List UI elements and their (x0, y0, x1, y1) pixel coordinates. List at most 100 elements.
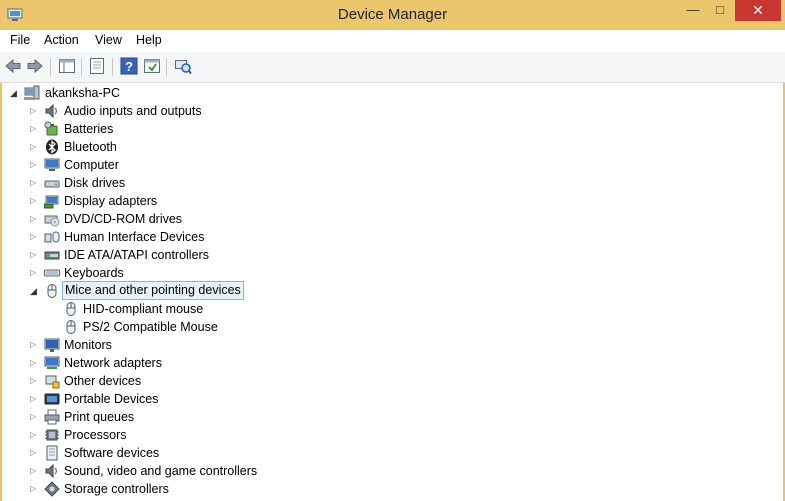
mouse-icon (66, 302, 76, 316)
expand-arrow-icon[interactable]: ▷ (30, 120, 39, 138)
tree-category-label: IDE ATA/ATAPI controllers (64, 248, 209, 262)
tree-device-item[interactable]: HID-compliant mouse (2, 300, 772, 318)
tree-category-label: Sound, video and game controllers (64, 464, 258, 478)
expand-arrow-icon[interactable]: ▷ (30, 462, 39, 480)
storage-controller-icon (44, 481, 60, 497)
menu-action[interactable]: Action (44, 33, 79, 47)
tree-category-label: Audio inputs and outputs (64, 104, 202, 118)
collapse-arrow-icon[interactable]: ◢ (10, 84, 19, 102)
expand-arrow-icon[interactable]: ▷ (30, 210, 39, 228)
tree-category-item[interactable]: ▷ DVD/CD-ROM drives (2, 210, 772, 228)
properties-icon[interactable] (88, 57, 106, 75)
tree-category-label: Software devices (64, 446, 160, 460)
tree-category-item[interactable]: ▷ Storage controllers (2, 480, 772, 498)
disk-drive-icon (44, 180, 60, 188)
tree-category-label: Keyboards (64, 266, 124, 280)
tree-category-item[interactable]: ▷ Human Interface Devices (2, 228, 772, 246)
maximize-button[interactable]: □ (707, 0, 733, 21)
other-devices-icon (45, 375, 60, 389)
expand-arrow-icon[interactable]: ▷ (30, 444, 39, 462)
device-tree: ◢ akanksha-PC ▷ Audio inputs and outputs ▷ Ba… (2, 83, 783, 501)
tree-category-item[interactable]: ▷ Bluetooth (2, 138, 772, 156)
hid-icon (44, 231, 60, 243)
expand-arrow-icon[interactable]: ▷ (30, 138, 39, 156)
expand-arrow-icon[interactable]: ▷ (30, 228, 39, 246)
menu-view[interactable]: View (95, 33, 122, 47)
mouse-icon (66, 320, 76, 334)
battery-icon (44, 121, 58, 136)
tree-category-item[interactable]: ▷ Portable Devices (2, 390, 772, 408)
toolbar-separator (112, 58, 113, 76)
tree-category-label: Processors (64, 428, 127, 442)
expand-arrow-icon[interactable]: ▷ (30, 408, 39, 426)
close-button[interactable]: ✕ (735, 0, 781, 21)
expand-arrow-icon[interactable]: ▷ (30, 264, 39, 282)
tree-category-item[interactable]: ▷ Software devices (2, 444, 772, 462)
expand-arrow-icon[interactable]: ▷ (30, 102, 39, 120)
expand-arrow-icon[interactable]: ▷ (30, 480, 39, 498)
title-bar: Device Manager — □ ✕ (0, 0, 785, 30)
expand-arrow-icon[interactable]: ▷ (30, 372, 39, 390)
tree-category-label: Computer (64, 158, 119, 172)
toolbar-separator (81, 58, 82, 76)
minimize-button[interactable]: — (680, 0, 706, 21)
tree-device-item[interactable]: PS/2 Compatible Mouse (2, 318, 772, 336)
collapse-arrow-icon[interactable]: ◢ (30, 282, 39, 300)
tree-category-item[interactable]: ▷ Computer (2, 156, 772, 174)
expand-arrow-icon[interactable]: ▷ (30, 174, 39, 192)
tree-category-label: Disk drives (64, 176, 126, 190)
tree-category-label: Network adapters (64, 356, 162, 370)
menu-bar: File Action View Help (0, 30, 785, 52)
tree-category-item[interactable]: ▷ Other devices (2, 372, 772, 390)
expand-arrow-icon[interactable]: ▷ (30, 336, 39, 354)
help-icon[interactable]: ? (120, 57, 138, 75)
tree-category-item[interactable]: ▷ Audio inputs and outputs (2, 102, 772, 120)
tree-category-item[interactable]: ▷ Disk drives (2, 174, 772, 192)
menu-help[interactable]: Help (136, 33, 162, 47)
expand-arrow-icon[interactable]: ▷ (30, 354, 39, 372)
mouse-icon (47, 284, 57, 298)
tree-category-item[interactable]: ▷ Processors (2, 426, 772, 444)
tree-category-item[interactable]: ▷ Sound, video and game controllers (2, 462, 772, 480)
menu-file[interactable]: File (10, 33, 30, 47)
tree-device-label: PS/2 Compatible Mouse (83, 320, 218, 334)
tree-category-label: Human Interface Devices (64, 230, 205, 244)
tree-category-item[interactable]: ▷ Print queues (2, 408, 772, 426)
expand-arrow-icon[interactable]: ▷ (30, 192, 39, 210)
tree-category-label: Monitors (64, 338, 112, 352)
network-adapter-icon (44, 356, 60, 369)
tree-category-item[interactable]: ▷ Batteries (2, 120, 772, 138)
tree-category-label: Bluetooth (64, 140, 117, 154)
tree-category-label: Batteries (64, 122, 114, 136)
processor-icon (45, 429, 59, 441)
tree-category-item[interactable]: ▷ IDE ATA/ATAPI controllers (2, 246, 772, 264)
back-arrow-icon[interactable] (4, 57, 22, 75)
tree-category-item[interactable]: ▷ Network adapters (2, 354, 772, 372)
tree-category-label: DVD/CD-ROM drives (64, 212, 183, 226)
portable-device-icon (44, 393, 60, 405)
update-driver-icon[interactable] (143, 57, 161, 75)
expand-arrow-icon[interactable]: ▷ (30, 156, 39, 174)
tree-root[interactable]: ◢ akanksha-PC (2, 84, 772, 102)
toolbar-separator (166, 58, 167, 76)
tree-category-item[interactable]: ◢ Mice and other pointing devices (2, 281, 772, 300)
tree-category-item[interactable]: ▷ Monitors (2, 336, 772, 354)
computer-root-icon (24, 85, 40, 100)
toolbar-separator (50, 58, 51, 76)
expand-arrow-icon[interactable]: ▷ (30, 426, 39, 444)
show-hide-console-tree-icon[interactable] (58, 57, 76, 75)
scan-hardware-changes-icon[interactable] (174, 57, 192, 75)
computer-icon (44, 158, 60, 171)
tree-category-item[interactable]: ▷ Keyboards (2, 264, 772, 282)
ide-controller-icon (44, 251, 60, 260)
tree-category-label: Display adapters (64, 194, 158, 208)
tree-category-item[interactable]: ▷ Display adapters (2, 192, 772, 210)
keyboard-icon (44, 269, 60, 277)
forward-arrow-icon[interactable] (26, 57, 44, 75)
svg-text:?: ? (125, 59, 133, 74)
tree-device-label: HID-compliant mouse (83, 302, 204, 316)
toolbar: ? (0, 52, 785, 83)
expand-arrow-icon[interactable]: ▷ (30, 246, 39, 264)
expand-arrow-icon[interactable]: ▷ (30, 390, 39, 408)
tree-category-label: Portable Devices (64, 392, 159, 406)
